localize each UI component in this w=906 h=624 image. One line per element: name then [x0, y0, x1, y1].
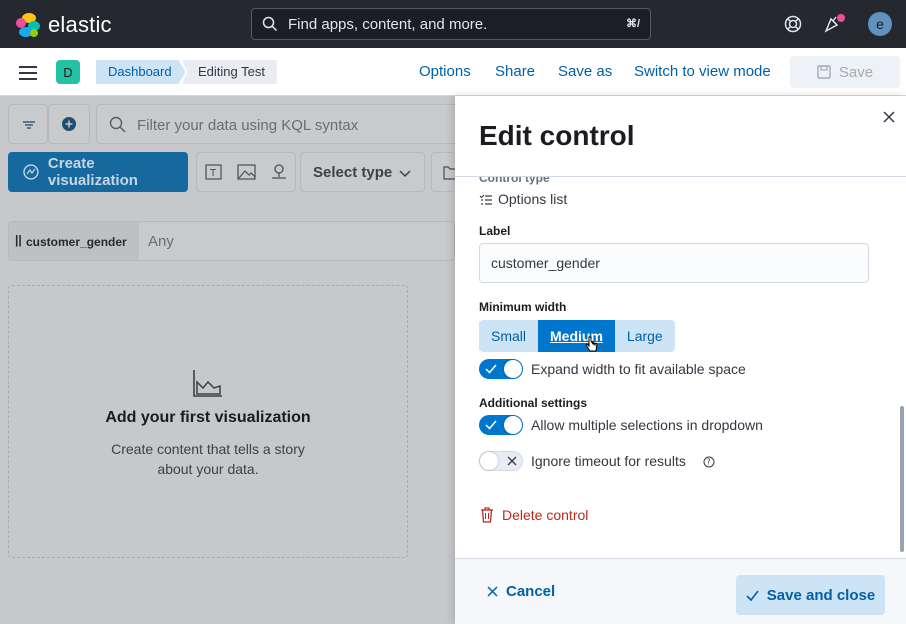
plus-circle-icon: [62, 117, 76, 131]
control-type-label: Control type: [479, 177, 550, 185]
minimum-width-label: Minimum width: [479, 300, 567, 314]
cancel-button[interactable]: Cancel: [487, 583, 555, 600]
width-medium-button[interactable]: Medium: [538, 320, 615, 352]
label-input[interactable]: customer_gender: [479, 243, 869, 283]
edit-control-flyout: Edit control Control type Options list L…: [455, 96, 906, 624]
expand-width-label: Expand width to fit available space: [531, 361, 746, 377]
flyout-title: Edit control: [479, 120, 635, 151]
flyout-scrollbar[interactable]: [900, 406, 904, 552]
svg-text:T: T: [209, 168, 217, 179]
ignore-timeout-toggle[interactable]: [479, 451, 523, 471]
menu-toggle-icon[interactable]: [19, 66, 37, 80]
text-panel-icon[interactable]: T: [197, 153, 230, 191]
search-shortcut: ⌘/: [625, 18, 640, 30]
control-type-value: Options list: [498, 191, 568, 207]
news-feed-icon[interactable]: [824, 14, 846, 34]
label-field-label: Label: [479, 224, 511, 238]
save-and-close-button[interactable]: Save and close: [736, 575, 885, 615]
save-icon: [817, 65, 831, 79]
kql-query-input[interactable]: Filter your data using KQL syntax: [96, 104, 455, 144]
user-avatar[interactable]: e: [868, 12, 892, 36]
visualize-icon: [23, 164, 39, 180]
kql-placeholder: Filter your data using KQL syntax: [137, 117, 359, 134]
additional-settings-label: Additional settings: [479, 396, 587, 410]
flyout-footer: Cancel Save and close: [455, 558, 906, 624]
options-link[interactable]: Options: [419, 63, 471, 80]
share-link[interactable]: Share: [495, 63, 535, 80]
pointer-cursor-icon: [585, 336, 598, 352]
save-button: Save: [790, 56, 900, 88]
map-panel-icon[interactable]: [263, 153, 296, 191]
options-list-control[interactable]: || customer_gender Any: [8, 221, 455, 261]
create-visualization-label: Create visualization: [47, 155, 138, 189]
control-value: Any: [148, 233, 174, 250]
elastic-logo-icon: [16, 13, 40, 37]
search-icon: [262, 16, 278, 32]
ignore-timeout-label: Ignore timeout for results: [531, 453, 686, 469]
expand-width-toggle[interactable]: [479, 359, 523, 379]
folder-icon: [443, 166, 457, 180]
empty-dashboard-panel: Add your first visualization Create cont…: [8, 285, 408, 558]
close-icon: [487, 586, 498, 597]
library-button[interactable]: [431, 152, 457, 192]
control-label: customer_gender: [26, 235, 127, 249]
check-icon: [485, 364, 497, 374]
space-avatar[interactable]: D: [56, 60, 80, 84]
save-label: Save: [838, 63, 874, 81]
area-chart-icon: [193, 370, 222, 397]
filter-icon: [23, 121, 35, 129]
switch-view-mode-link[interactable]: Switch to view mode: [634, 63, 771, 80]
trash-icon: [481, 507, 493, 523]
filter-menu-button[interactable]: [8, 104, 48, 144]
svg-text:?: ?: [707, 458, 711, 467]
multi-select-label: Allow multiple selections in dropdown: [531, 417, 763, 433]
save-and-close-label: Save and close: [766, 586, 876, 604]
brand-name: elastic: [48, 12, 112, 37]
global-search-input[interactable]: Find apps, content, and more. ⌘/: [251, 8, 651, 40]
help-icon[interactable]: [784, 15, 802, 33]
close-icon[interactable]: [883, 111, 895, 123]
cancel-label: Cancel: [506, 583, 556, 600]
check-icon: [485, 420, 497, 430]
add-filter-button[interactable]: [48, 104, 90, 144]
cross-icon: [507, 456, 517, 466]
search-placeholder: Find apps, content, and more.: [288, 15, 488, 33]
chevron-down-icon: [399, 170, 411, 178]
select-type-dropdown[interactable]: Select type: [300, 152, 425, 192]
image-panel-icon[interactable]: [230, 153, 263, 191]
width-large-button[interactable]: Large: [614, 320, 675, 352]
list-icon: [479, 194, 492, 205]
question-icon[interactable]: ?: [703, 456, 715, 468]
panel-tools-group: T: [196, 152, 296, 192]
check-icon: [746, 590, 759, 601]
search-icon: [109, 116, 126, 133]
breadcrumb-current: Editing Test: [182, 60, 277, 84]
select-type-label: Select type: [313, 164, 393, 181]
elastic-logo[interactable]: elastic: [16, 12, 112, 38]
empty-state-title: Add your first visualization: [105, 409, 311, 426]
width-small-button[interactable]: Small: [479, 320, 539, 352]
top-header: elastic Find apps, content, and more. ⌘/…: [0, 0, 906, 48]
drag-handle-icon[interactable]: ||: [15, 233, 22, 247]
save-as-link[interactable]: Save as: [558, 63, 612, 80]
delete-control-button[interactable]: Delete control: [502, 507, 588, 523]
multi-select-toggle[interactable]: [479, 415, 523, 435]
empty-state-desc-line2: about your data.: [157, 461, 259, 477]
breadcrumb-dashboard[interactable]: Dashboard: [96, 60, 186, 84]
control-label-box: || customer_gender: [9, 222, 139, 260]
create-visualization-button[interactable]: Create visualization: [8, 152, 188, 192]
width-button-group: Small Medium Large: [479, 320, 675, 352]
empty-state-desc-line1: Create content that tells a story: [111, 441, 305, 457]
